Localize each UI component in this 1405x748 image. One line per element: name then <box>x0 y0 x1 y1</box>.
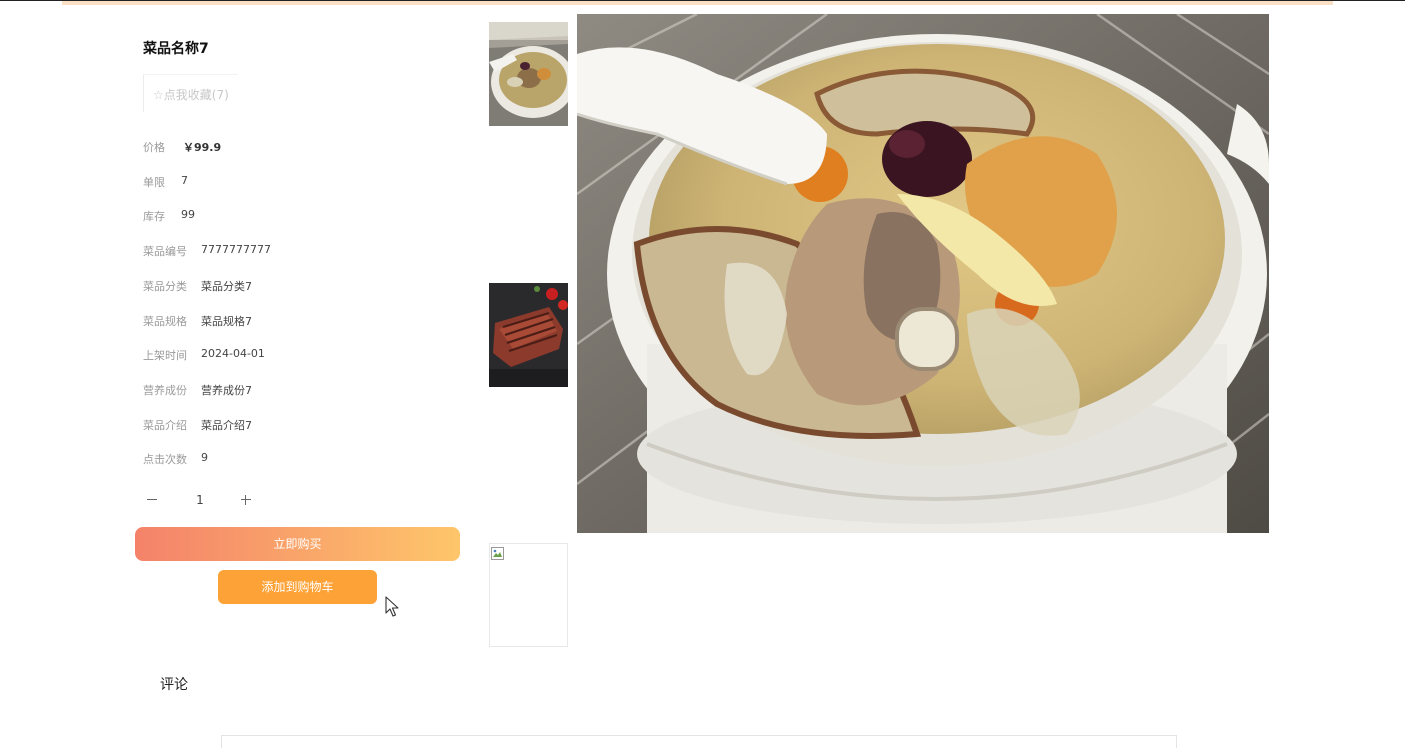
comments-title: 评论 <box>160 677 188 693</box>
field-label: 菜品规格 <box>143 315 187 328</box>
field-value: 菜品规格7 <box>201 315 252 328</box>
plus-icon[interactable] <box>237 491 255 509</box>
field-label: 上架时间 <box>143 349 187 362</box>
field-label: 营养成份 <box>143 384 187 397</box>
broken-image-thumbnail[interactable] <box>489 543 568 647</box>
field-click-count: 点击次数 9 <box>143 451 208 467</box>
soup-thumbnail[interactable] <box>489 22 568 126</box>
field-description: 菜品介绍 菜品介绍7 <box>143 417 252 433</box>
soup-thumbnail-image <box>489 22 568 126</box>
field-nutrition: 营养成份 营养成份7 <box>143 382 252 398</box>
field-value: 99 <box>181 208 195 221</box>
comment-input[interactable] <box>221 735 1177 748</box>
mouse-cursor-icon <box>385 596 399 617</box>
soup-bowl-image <box>577 14 1269 533</box>
field-value: 菜品介绍7 <box>201 419 252 432</box>
field-value: 营养成份7 <box>201 384 252 397</box>
steak-thumbnail[interactable] <box>489 283 568 387</box>
add-to-cart-button[interactable]: 添加到购物车 <box>218 570 377 604</box>
field-price: 价格 ￥99.9 <box>143 139 221 155</box>
field-value: 菜品分类7 <box>201 280 252 293</box>
price-value: ￥99.9 <box>183 141 222 154</box>
field-value: 7777777777 <box>201 243 271 256</box>
field-label: 单限 <box>143 176 165 189</box>
field-label: 价格 <box>143 141 165 154</box>
field-stock: 库存 99 <box>143 208 195 224</box>
field-label: 菜品介绍 <box>143 419 187 432</box>
field-value: 7 <box>181 174 188 187</box>
field-value: 2024-04-01 <box>201 347 265 360</box>
field-category: 菜品分类 菜品分类7 <box>143 278 252 294</box>
steak-thumbnail-image <box>489 283 568 387</box>
top-accent-bar <box>62 1 1333 5</box>
field-label: 菜品分类 <box>143 280 187 293</box>
broken-image-icon <box>491 547 504 560</box>
field-label: 点击次数 <box>143 453 187 466</box>
field-label: 菜品编号 <box>143 245 187 258</box>
field-code: 菜品编号 7777777777 <box>143 243 271 259</box>
favorite-label: ☆点我收藏(7) <box>153 88 229 102</box>
field-label: 库存 <box>143 210 165 223</box>
quantity-value[interactable]: 1 <box>188 493 212 507</box>
favorite-button[interactable]: ☆点我收藏(7) <box>143 74 238 112</box>
product-title: 菜品名称7 <box>143 41 209 57</box>
buy-now-button[interactable]: 立即购买 <box>135 527 460 561</box>
field-limit: 单限 7 <box>143 174 188 190</box>
field-spec: 菜品规格 菜品规格7 <box>143 313 252 329</box>
field-value: 9 <box>201 451 208 464</box>
minus-icon[interactable] <box>143 491 161 509</box>
soup-bowl-photo <box>577 14 1269 533</box>
product-detail-page: 菜品名称7 ☆点我收藏(7) 价格 ￥99.9 单限 7 库存 99 菜品编号 … <box>0 0 1405 748</box>
field-listed-time: 上架时间 2024-04-01 <box>143 347 265 363</box>
